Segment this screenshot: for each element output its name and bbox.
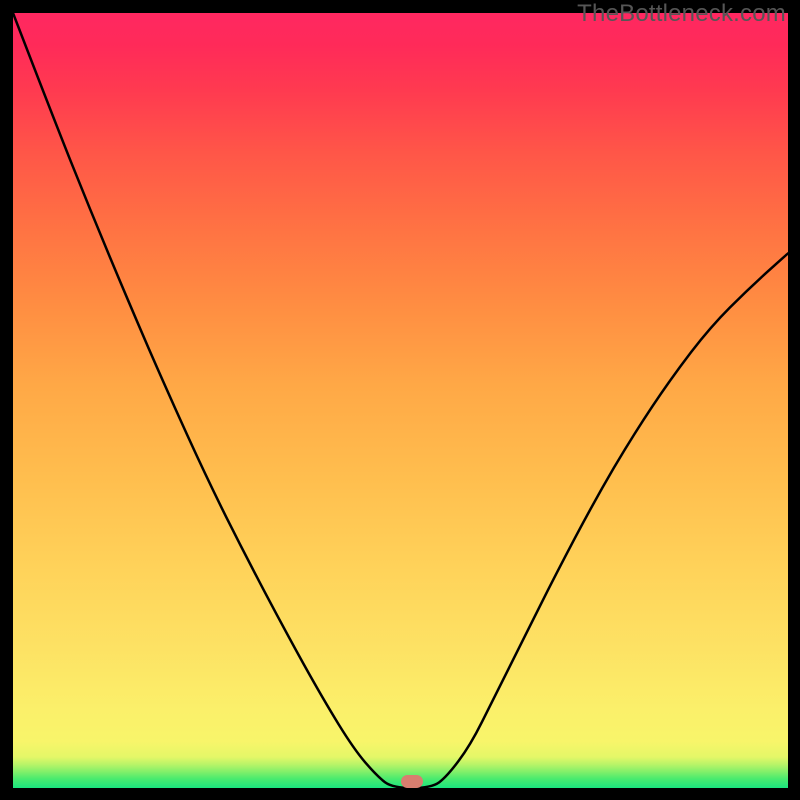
- chart-frame: TheBottleneck.com: [0, 0, 800, 800]
- bottleneck-curve: [13, 13, 788, 788]
- optimum-marker: [401, 775, 423, 788]
- plot-area: [13, 13, 788, 788]
- watermark-text: TheBottleneck.com: [577, 0, 786, 28]
